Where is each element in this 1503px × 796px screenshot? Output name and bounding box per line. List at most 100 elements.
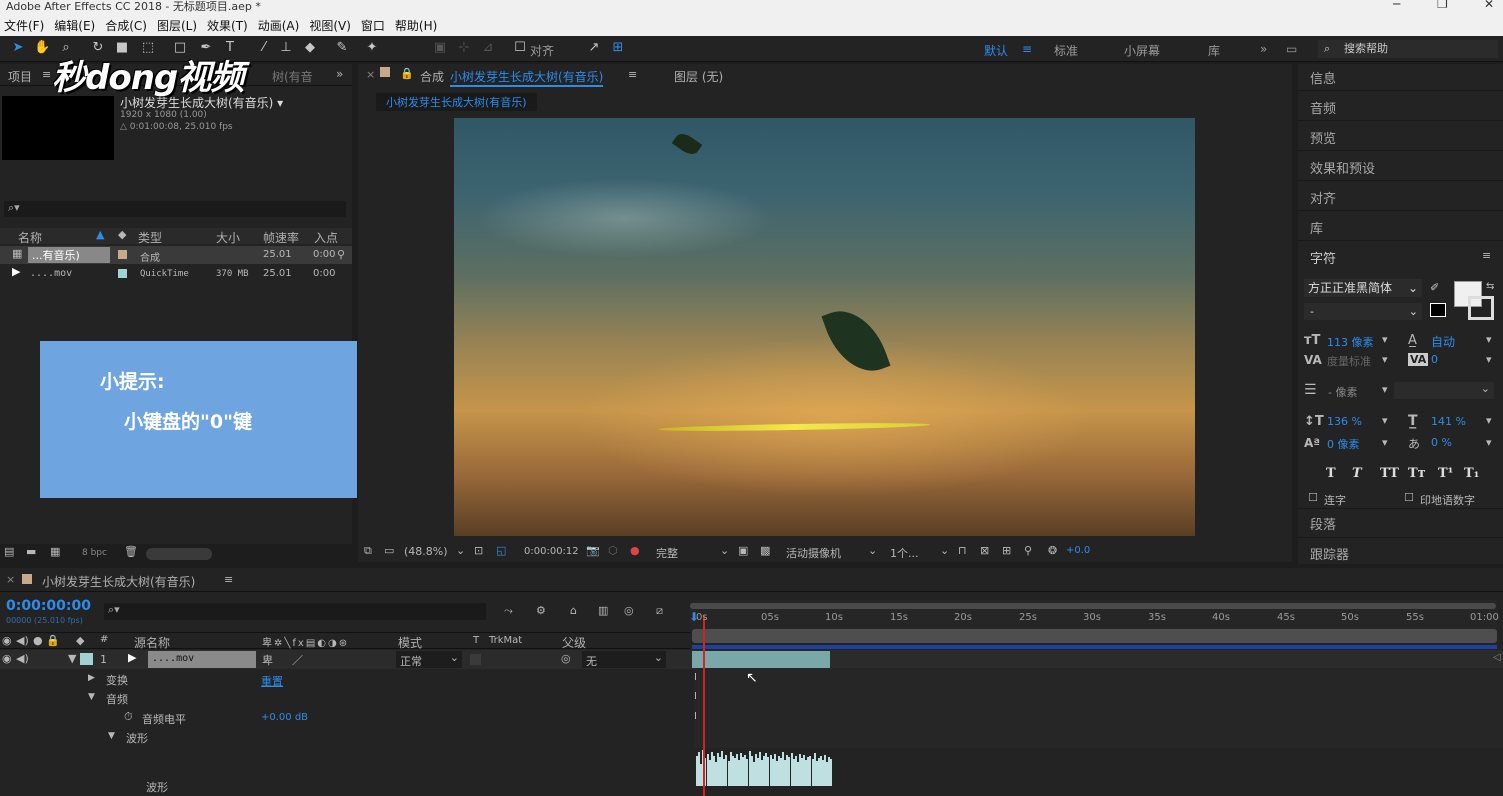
ligature-checkbox-icon[interactable]: ☐: [1308, 491, 1318, 504]
always-preview-icon[interactable]: ⧉: [364, 544, 372, 558]
preview-panel[interactable]: 预览: [1310, 128, 1336, 147]
layer-name[interactable]: ....mov: [148, 651, 256, 668]
workspace-overflow-icon[interactable]: »: [1260, 42, 1267, 56]
region-of-interest-icon[interactable]: ▣: [738, 544, 748, 557]
menu-file[interactable]: 文件(F): [4, 17, 44, 34]
stroke-type-select[interactable]: ⌄: [1394, 382, 1494, 399]
close-tab-icon[interactable]: ×: [366, 68, 375, 81]
blend-mode-select[interactable]: 正常 ⌄: [396, 651, 462, 668]
layer-tab[interactable]: 图层 (无): [674, 68, 723, 85]
effects-presets-panel[interactable]: 效果和预设: [1310, 158, 1375, 177]
chevron-down-icon[interactable]: ▾: [1486, 333, 1492, 346]
preserve-transparency-checkbox[interactable]: [470, 654, 481, 665]
project-tab[interactable]: 项目: [8, 68, 32, 85]
minimize-icon[interactable]: ─: [1393, 0, 1400, 11]
timeline-tab[interactable]: 小树发芽生长成大树(有音乐): [42, 573, 195, 590]
scroll-right-icon[interactable]: ◁: [1493, 652, 1501, 663]
flowchart-icon[interactable]: ⚲: [337, 248, 345, 261]
timeline-search-input[interactable]: ⌕▾: [104, 603, 486, 620]
chevron-down-icon[interactable]: ▾: [1382, 353, 1388, 366]
draft-3d-icon[interactable]: ⚙: [536, 604, 546, 617]
work-area-bar[interactable]: [692, 629, 1497, 643]
chevron-down-icon[interactable]: ⌄: [720, 544, 729, 557]
eraser-tool-icon[interactable]: ◆: [302, 40, 318, 56]
brush-tool-icon[interactable]: ⁄: [256, 40, 272, 56]
chevron-down-icon[interactable]: ⌄: [868, 544, 877, 557]
comp-mini-flowchart-icon[interactable]: ⤳: [504, 604, 513, 618]
info-panel[interactable]: 信息: [1310, 68, 1336, 87]
local-axis-icon[interactable]: ▣: [432, 40, 448, 56]
col-name[interactable]: 名称: [18, 229, 42, 246]
leading-value[interactable]: 自动: [1431, 333, 1455, 350]
twirl-open-icon[interactable]: ▼: [88, 692, 95, 702]
graph-editor-icon[interactable]: ⧄: [656, 604, 663, 618]
twirl-closed-icon[interactable]: ▶: [88, 673, 95, 683]
panel-menu-icon[interactable]: ≡: [1482, 249, 1491, 262]
layer-row[interactable]: ◉ ◀) ▼ 1 ▶ ....mov 卑 ／ 正常 ⌄ ◎ 无 ⌄: [0, 650, 690, 669]
clone-stamp-tool-icon[interactable]: ⊥: [278, 40, 294, 56]
transform-group[interactable]: 变换: [106, 672, 128, 688]
table-row[interactable]: ▶ ....mov QuickTime 370 MB 25.01 0:00: [0, 265, 352, 283]
font-family-select[interactable]: 方正正准黑简体 ⌄: [1304, 279, 1422, 297]
label-color-swatch[interactable]: [80, 653, 93, 665]
fit-icon[interactable]: ⊡: [474, 544, 483, 557]
chevron-down-icon[interactable]: ▾: [1486, 353, 1492, 366]
paragraph-panel[interactable]: 段落: [1310, 514, 1336, 533]
col-size[interactable]: 大小: [216, 229, 240, 246]
snap-options-icon[interactable]: ⊞: [610, 40, 626, 56]
world-axis-icon[interactable]: ⊹: [456, 40, 472, 56]
stopwatch-icon[interactable]: ⏱: [124, 710, 133, 724]
black-white-swatch[interactable]: [1430, 303, 1446, 317]
col-parent[interactable]: 父级: [562, 634, 586, 651]
current-time[interactable]: 0:00:00:12: [524, 546, 579, 557]
subscript-button[interactable]: T₁: [1464, 466, 1488, 481]
audio-speaker-icon[interactable]: ◀): [16, 652, 29, 665]
horizontal-scale-value[interactable]: 141 %: [1431, 415, 1466, 428]
stroke-color-swatch[interactable]: [1468, 296, 1494, 320]
close-tab-icon[interactable]: ×: [6, 573, 15, 586]
comp-tab-menu-icon[interactable]: ≡: [628, 68, 637, 81]
effect-controls-tab[interactable]: 树(有音: [272, 68, 313, 85]
panel-menu-icon[interactable]: ≡: [224, 573, 233, 586]
help-search-input[interactable]: ⌕ 搜索帮助: [1318, 40, 1498, 58]
color-channels-icon[interactable]: ●: [630, 544, 640, 557]
pick-whip-icon[interactable]: ◎: [561, 652, 571, 665]
baseline-shift-value[interactable]: 0 像素: [1327, 436, 1360, 452]
chevron-down-icon[interactable]: ⌄: [456, 544, 465, 557]
audio-group[interactable]: 音频: [106, 691, 128, 707]
snapshot-icon[interactable]: 📷: [586, 544, 600, 557]
transparency-grid-icon[interactable]: ▩: [760, 544, 770, 557]
zoom-dropdown[interactable]: (48.8%): [404, 545, 448, 558]
selection-tool-icon[interactable]: ➤: [10, 40, 26, 56]
col-trkmat[interactable]: TrkMat: [489, 635, 522, 646]
composition-viewer[interactable]: [454, 118, 1195, 536]
menu-effect[interactable]: 效果(T): [207, 17, 248, 34]
puppet-pin-tool-icon[interactable]: ✦: [364, 40, 380, 56]
menu-view[interactable]: 视图(V): [309, 17, 351, 34]
audio-level-value[interactable]: +0.00 dB: [261, 712, 308, 723]
tracking-value[interactable]: 0: [1431, 353, 1438, 366]
label-color-swatch[interactable]: [118, 269, 127, 278]
display-icon[interactable]: ▭: [384, 544, 394, 557]
layer-duration-bar[interactable]: [692, 651, 830, 668]
vertical-scale-value[interactable]: 136 %: [1327, 415, 1362, 428]
quality-switch-icon[interactable]: ／: [292, 652, 303, 668]
all-caps-button[interactable]: TT: [1380, 466, 1408, 481]
new-folder-icon[interactable]: ▬: [26, 545, 36, 558]
delete-icon[interactable]: 🗑: [124, 545, 138, 558]
mask-icon[interactable]: ◱: [496, 544, 506, 557]
table-row[interactable]: ▦ ...有音乐) 合成 25.01 0:00 ⚲: [0, 246, 352, 264]
col-type[interactable]: 类型: [138, 229, 162, 246]
chevron-down-icon[interactable]: ⌄: [940, 544, 949, 557]
audio-panel[interactable]: 音频: [1310, 98, 1336, 117]
menu-animation[interactable]: 动画(A): [258, 17, 300, 34]
comp-breadcrumb[interactable]: 小树发芽生长成大树(有音乐): [376, 93, 537, 111]
views-dropdown[interactable]: 1个...: [890, 545, 919, 561]
chevron-down-icon[interactable]: ▾: [1382, 333, 1388, 346]
chevron-down-icon[interactable]: ▾: [1382, 414, 1388, 427]
camera-dropdown[interactable]: 活动摄像机: [786, 545, 841, 561]
workspace-menu-icon[interactable]: ≡: [1022, 42, 1032, 56]
roto-brush-tool-icon[interactable]: ✎: [334, 40, 350, 56]
align-checkbox-icon[interactable]: ☐: [512, 40, 528, 56]
shy-switch-icon[interactable]: 卑: [262, 652, 273, 668]
